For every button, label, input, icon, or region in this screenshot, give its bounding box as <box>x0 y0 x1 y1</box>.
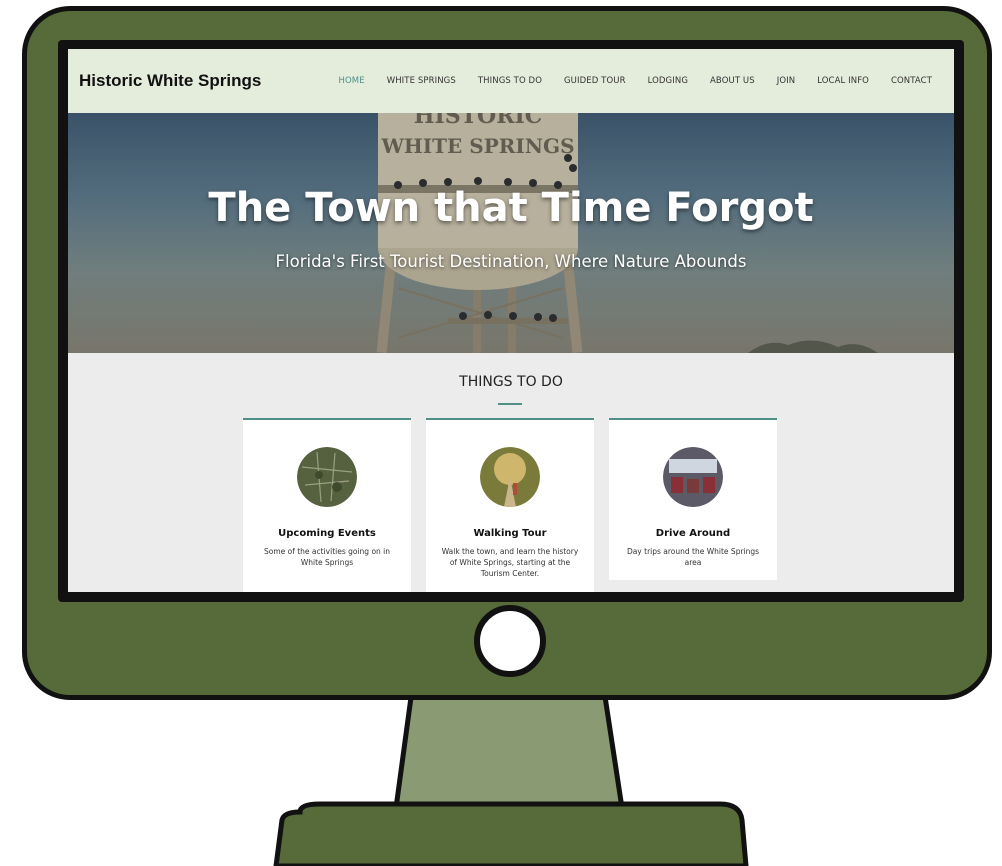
nav-home[interactable]: HOME <box>339 76 365 86</box>
hero-banner: HISTORIC WHITE SPRINGS The Town that Tim… <box>68 113 954 353</box>
nav-join[interactable]: JOIN <box>777 76 795 86</box>
drive-bus-thumbnail <box>663 447 723 507</box>
nav-white-springs[interactable]: WHITE SPRINGS <box>387 76 456 86</box>
nav-lodging[interactable]: LODGING <box>648 76 688 86</box>
main-nav: HOME WHITE SPRINGS THINGS TO DO GUIDED T… <box>317 76 933 86</box>
heading-underline <box>498 403 522 405</box>
card-title: Drive Around <box>655 528 731 539</box>
card-upcoming-events[interactable]: Upcoming Events Some of the activities g… <box>243 418 411 592</box>
site-title[interactable]: Historic White Springs <box>79 71 261 91</box>
hero-title: The Town that Time Forgot <box>208 185 814 231</box>
power-button[interactable] <box>474 605 546 677</box>
website-screen: Historic White Springs HOME WHITE SPRING… <box>68 49 954 592</box>
walking-path-thumbnail <box>480 447 540 507</box>
hero-subtitle: Florida's First Tourist Destination, Whe… <box>275 252 747 271</box>
nav-local-info[interactable]: LOCAL INFO <box>817 76 869 86</box>
hero-overlay <box>68 113 954 353</box>
things-to-do-heading: THINGS TO DO <box>459 374 563 390</box>
card-title: Upcoming Events <box>278 528 376 539</box>
nav-things-to-do[interactable]: THINGS TO DO <box>478 76 542 86</box>
card-description: Walk the town, and learn the history of … <box>441 547 579 578</box>
card-walking-tour[interactable]: Walking Tour Walk the town, and learn th… <box>426 418 594 592</box>
nav-contact[interactable]: CONTACT <box>891 76 932 86</box>
card-drive-around[interactable]: Drive Around Day trips around the White … <box>609 418 777 580</box>
card-title: Walking Tour <box>473 528 547 539</box>
nav-about-us[interactable]: ABOUT US <box>710 76 755 86</box>
events-map-thumbnail <box>297 447 357 507</box>
nav-guided-tour[interactable]: GUIDED TOUR <box>564 76 626 86</box>
site-header: Historic White Springs HOME WHITE SPRING… <box>68 49 954 113</box>
card-description: Day trips around the White Springs area <box>626 547 760 567</box>
card-description: Some of the activities going on in White… <box>263 547 391 567</box>
